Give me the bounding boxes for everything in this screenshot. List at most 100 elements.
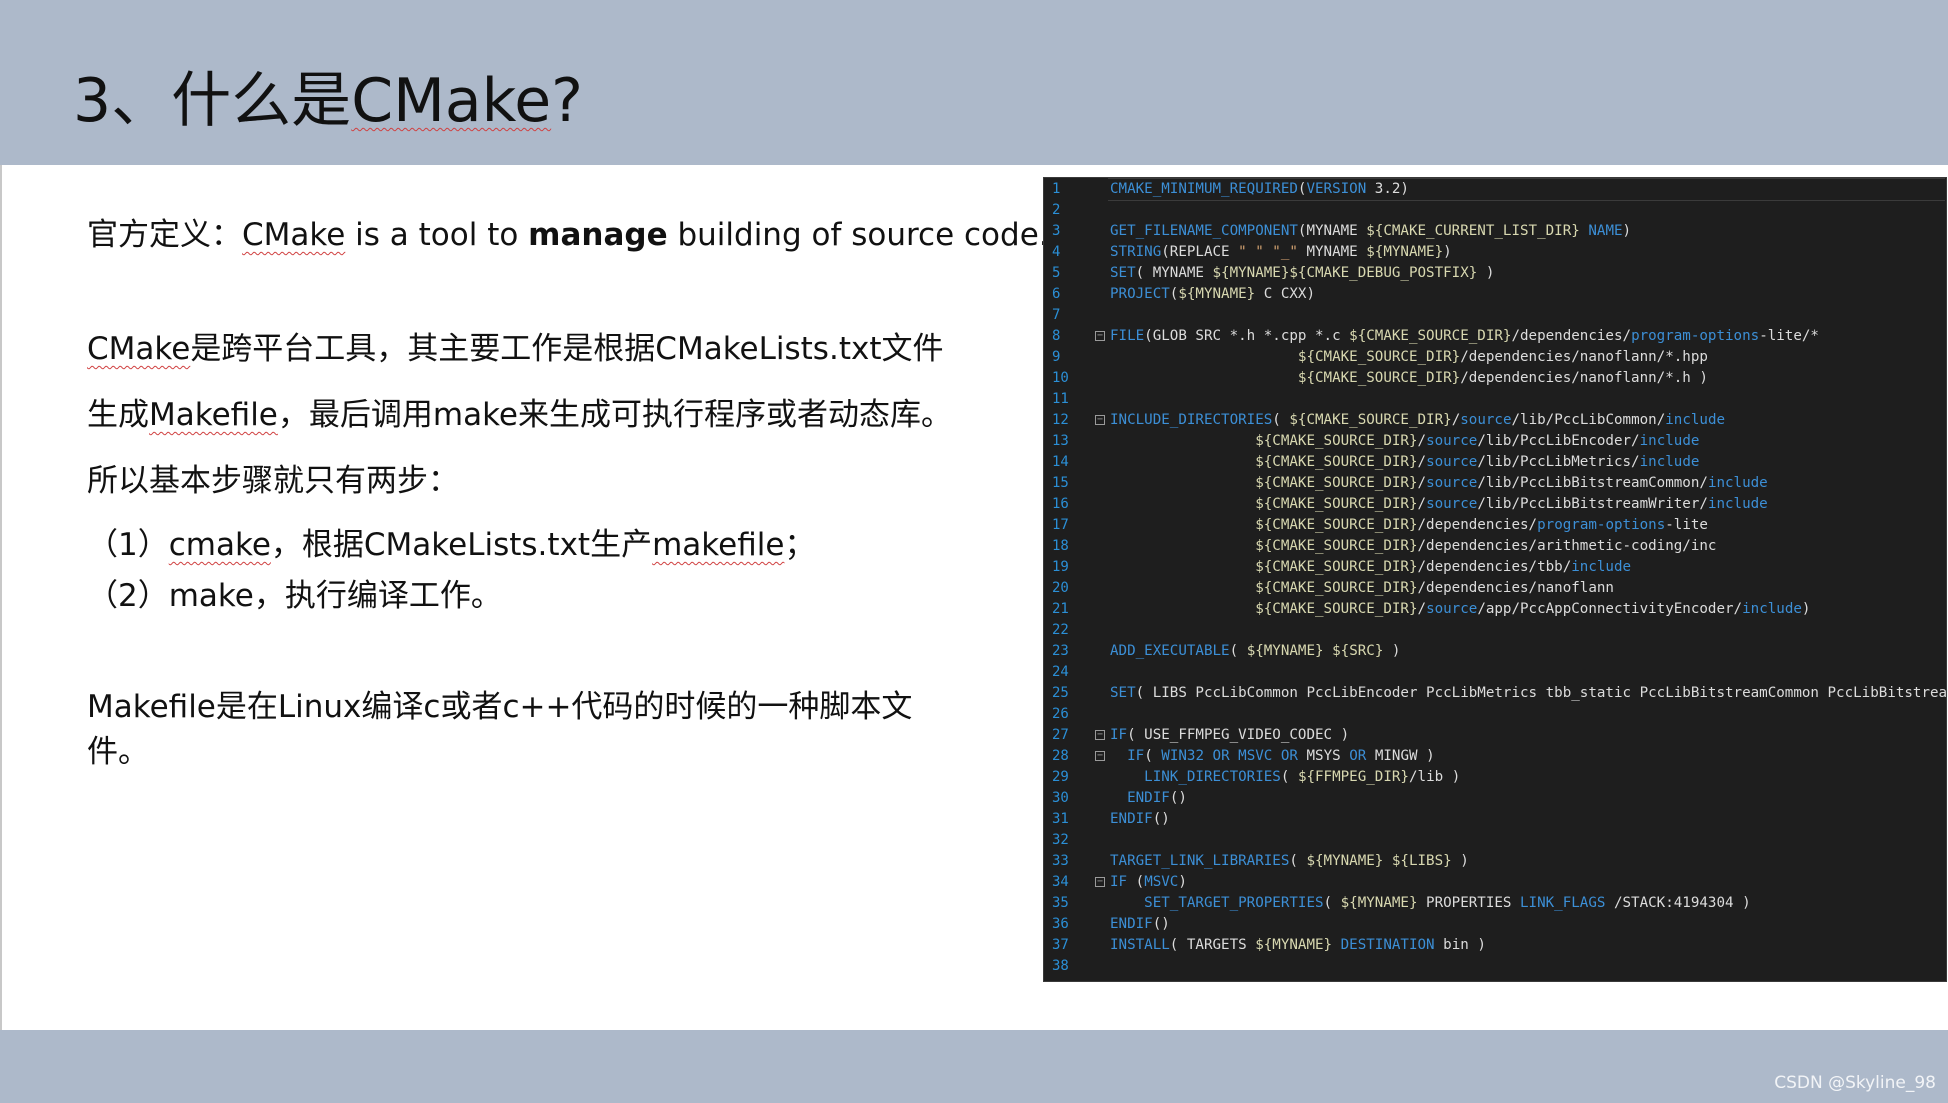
code-line: 32 [1044, 830, 1944, 851]
code-token: ) [1622, 223, 1632, 239]
fold-toggle-icon[interactable]: − [1095, 751, 1105, 761]
watermark: CSDN @Skyline_98 [1774, 1073, 1936, 1093]
code-token: (GLOB SRC *.h *.cpp *.c [1144, 328, 1350, 344]
code-text: ${CMAKE_SOURCE_DIR}/dependencies/program… [1110, 515, 1708, 536]
code-text: ${CMAKE_SOURCE_DIR}/source/app/PccAppCon… [1110, 599, 1810, 620]
code-token: ) [1801, 601, 1811, 617]
slide: 3、什么是CMake? 官方定义：CMake is a tool to mana… [0, 0, 1948, 1103]
code-line: 25 SET( LIBS PccLibCommon PccLibEncoder P… [1044, 683, 1948, 704]
definition-label: 官方定义： [87, 217, 242, 253]
code-line: 35 SET_TARGET_PROPERTIES( ${MYNAME} PROP… [1044, 893, 1944, 914]
code-token: LINK_DIRECTORIES [1144, 769, 1281, 785]
line-number: 19 [1052, 559, 1069, 575]
code-token: /dependencies/ [1417, 517, 1538, 533]
code-token: ${CMAKE_SOURCE_DIR} [1255, 538, 1418, 554]
code-token: GET_FILENAME_COMPONENT [1110, 223, 1298, 239]
line-number: 36 [1052, 916, 1069, 932]
code-token: SET [1110, 685, 1136, 701]
fold-toggle-icon[interactable]: − [1095, 331, 1105, 341]
footer-band: CSDN @Skyline_98 [0, 1030, 1948, 1103]
fold-toggle-icon[interactable]: − [1095, 415, 1105, 425]
line-number: 34 [1052, 874, 1069, 890]
fold-toggle-icon[interactable]: − [1095, 877, 1105, 887]
code-token: include [1639, 433, 1700, 449]
code-token: ${SRC} [1332, 643, 1384, 659]
code-line: 20 ${CMAKE_SOURCE_DIR}/dependencies/nano… [1044, 578, 1944, 599]
code-token: ${CMAKE_SOURCE_DIR} [1255, 496, 1418, 512]
code-token: include [1707, 475, 1768, 491]
line-number: 32 [1052, 832, 1069, 848]
line-number: 20 [1052, 580, 1069, 596]
line-number: 22 [1052, 622, 1069, 638]
code-token: /dependencies/ [1511, 328, 1632, 344]
code-line: 22 [1044, 620, 1944, 641]
definition-line: 官方定义：CMake is a tool to manage building … [87, 209, 1049, 254]
code-token: ${MYNAME} [1306, 853, 1384, 869]
step-1-suffix: ； [784, 527, 816, 563]
code-token: ( LIBS PccLibCommon PccLibEncoder PccLib… [1135, 685, 1948, 701]
code-token: /lib/PccLibEncoder/ [1477, 433, 1640, 449]
line-number: 5 [1052, 265, 1061, 281]
line-number: 10 [1052, 370, 1069, 386]
code-token: -lite [1665, 517, 1708, 533]
line-number: 3 [1052, 223, 1061, 239]
code-token: IF [1110, 727, 1128, 743]
code-token: PROJECT [1110, 286, 1170, 302]
line-number: 26 [1052, 706, 1069, 722]
code-text: ${CMAKE_SOURCE_DIR}/source/lib/PccLibBit… [1110, 473, 1768, 494]
line-number: 9 [1052, 349, 1061, 365]
code-token: / [1417, 496, 1427, 512]
code-token: ${MYNAME} [1246, 643, 1324, 659]
code-token: ${CMAKE_SOURCE_DIR} [1255, 601, 1418, 617]
step-1-word2: makefile [652, 527, 785, 563]
code-token: include [1665, 412, 1726, 428]
code-token: / [1417, 601, 1427, 617]
code-line: 14 ${CMAKE_SOURCE_DIR}/source/lib/PccLib… [1044, 452, 1944, 473]
code-token: INCLUDE_DIRECTORIES [1110, 412, 1273, 428]
line-number: 25 [1052, 685, 1069, 701]
code-token: ${CMAKE_SOURCE_DIR} [1255, 559, 1418, 575]
line-number: 6 [1052, 286, 1061, 302]
code-line: 9 ${CMAKE_SOURCE_DIR}/dependencies/nanof… [1044, 347, 1944, 368]
line-number: 11 [1052, 391, 1069, 407]
code-token: ${CMAKE_SOURCE_DIR} [1255, 454, 1418, 470]
code-line: 18 ${CMAKE_SOURCE_DIR}/dependencies/arit… [1044, 536, 1944, 557]
code-text: FILE(GLOB SRC *.h *.cpp *.c ${CMAKE_SOUR… [1110, 326, 1819, 347]
code-token: include [1742, 601, 1802, 617]
code-token: program-options [1631, 328, 1760, 344]
code-token: source [1426, 454, 1478, 470]
line-number: 31 [1052, 811, 1069, 827]
fold-toggle-icon[interactable]: − [1095, 730, 1105, 740]
code-token: ( USE_FFMPEG_VIDEO_CODEC ) [1127, 727, 1350, 743]
code-line: 1 CMAKE_MINIMUM_REQUIRED(VERSION 3.2) [1044, 179, 1944, 200]
code-text: IF( WIN32 OR MSVC OR MSYS OR MINGW ) [1110, 746, 1435, 767]
code-line: 5 SET( MYNAME ${MYNAME}${CMAKE_DEBUG_POST… [1044, 263, 1944, 284]
code-token: -lite/* [1759, 328, 1819, 344]
code-text: ENDIF() [1110, 788, 1187, 809]
code-token: ${FFMPEG_DIR} [1297, 769, 1409, 785]
code-token: include [1707, 496, 1768, 512]
para1-line1: CMake是跨平台工具，其主要工作是根据CMakeLists.txt文件 [87, 323, 943, 368]
code-token: ${CMAKE_SOURCE_DIR} [1255, 475, 1418, 491]
code-token: LINK_FLAGS [1520, 895, 1606, 911]
code-token: IF [1110, 874, 1128, 890]
code-token: ENDIF [1110, 916, 1153, 932]
code-token: ( [1289, 853, 1307, 869]
code-token: MYNAME [1297, 244, 1367, 260]
line-number: 18 [1052, 538, 1069, 554]
code-token: program-options [1537, 517, 1666, 533]
para1-line2-prefix: 生成 [87, 397, 149, 433]
line-number: 29 [1052, 769, 1069, 785]
code-token: /dependencies/tbb/ [1417, 559, 1572, 575]
code-token: ) [1443, 244, 1452, 260]
code-token: bin ) [1434, 937, 1486, 953]
code-token: ENDIF [1110, 811, 1153, 827]
